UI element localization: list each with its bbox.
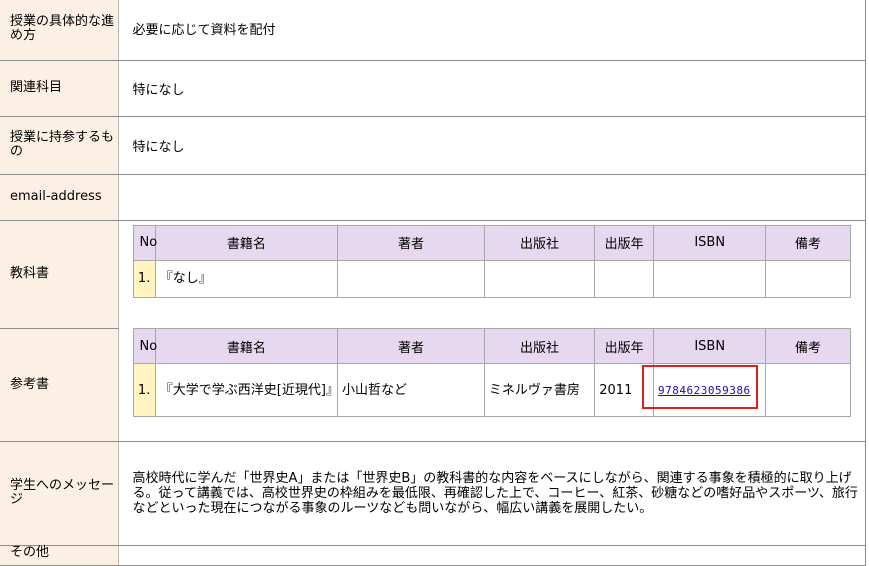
email-row: email-address	[0, 174, 866, 221]
related-label: 関連科目	[0, 60, 119, 117]
textbook-table: No 書籍名 著者 出版社 出版年 ISBN 備考 1. 『なし』	[132, 224, 851, 298]
other-label: その他	[0, 545, 119, 566]
other-row: その他	[0, 545, 866, 566]
col-publisher-header: 出版社	[483, 224, 596, 261]
related-row: 関連科目 特になし	[0, 60, 866, 117]
bring-value: 特になし	[118, 116, 866, 175]
col-title-header: 書籍名	[154, 224, 339, 261]
textbook-no: 1.	[132, 259, 156, 298]
col-title-header: 書籍名	[154, 328, 339, 364]
reference-title: 『大学で学ぶ西洋史[近現代]』	[154, 363, 339, 417]
method-row: 授業の具体的な進め方 必要に応じて資料を配付	[0, 0, 866, 61]
email-label: email-address	[0, 174, 119, 221]
message-label: 学生へのメッセージ	[0, 441, 119, 546]
textbook-publisher	[483, 259, 596, 298]
col-year-header: 出版年	[594, 328, 654, 364]
message-value: 高校時代に学んだ「世界史A」または「世界史B」の教科書的な内容をベースにしながら…	[118, 441, 866, 546]
textbook-title: 『なし』	[154, 259, 339, 298]
textbook-isbn	[652, 259, 767, 298]
reference-cell: No 書籍名 著者 出版社 出版年 ISBN 備考 1. 『大学で学ぶ西洋史[近…	[118, 328, 866, 442]
col-isbn-header: ISBN	[652, 224, 767, 261]
reference-year: 2011	[594, 363, 654, 417]
col-publisher-header: 出版社	[483, 328, 596, 364]
textbook-year	[594, 259, 654, 298]
col-no-header: No	[132, 328, 157, 364]
reference-no: 1.	[132, 363, 156, 417]
reference-note	[765, 363, 851, 417]
col-note-header: 備考	[765, 328, 851, 364]
reference-publisher: ミネルヴァ書房	[483, 363, 596, 417]
bring-row: 授業に持参するもの 特になし	[0, 116, 866, 175]
reference-author: 小山哲など	[337, 363, 485, 417]
reference-table: No 書籍名 著者 出版社 出版年 ISBN 備考 1. 『大学で学ぶ西洋史[近…	[132, 328, 851, 417]
method-label: 授業の具体的な進め方	[0, 0, 119, 61]
message-row: 学生へのメッセージ 高校時代に学んだ「世界史A」または「世界史B」の教科書的な内…	[0, 441, 866, 546]
col-year-header: 出版年	[594, 224, 654, 261]
syllabus-table: 授業の具体的な進め方 必要に応じて資料を配付 関連科目 特になし 授業に持参する…	[0, 0, 866, 566]
col-author-header: 著者	[337, 224, 485, 261]
related-value: 特になし	[118, 60, 866, 117]
bring-label: 授業に持参するもの	[0, 116, 119, 175]
col-isbn-header: ISBN	[652, 328, 767, 364]
reference-header-row: No 書籍名 著者 出版社 出版年 ISBN 備考	[132, 328, 851, 364]
isbn-link[interactable]: 9784623059386	[658, 384, 751, 397]
textbook-label: 教科書	[0, 220, 119, 329]
col-no-header: No	[132, 224, 157, 261]
reference-row: 参考書 No 書籍名 著者 出版社 出版年 ISBN 備考 1. 『大学で学ぶ西…	[0, 328, 866, 442]
table-row: 1. 『大学で学ぶ西洋史[近現代]』 小山哲など ミネルヴァ書房 2011 97…	[132, 363, 851, 417]
method-value: 必要に応じて資料を配付	[118, 0, 866, 61]
table-row: 1. 『なし』	[132, 259, 851, 298]
col-note-header: 備考	[765, 224, 851, 261]
email-value	[118, 174, 866, 221]
textbook-header-row: No 書籍名 著者 出版社 出版年 ISBN 備考	[132, 224, 851, 261]
textbook-author	[337, 259, 485, 298]
textbook-cell: No 書籍名 著者 出版社 出版年 ISBN 備考 1. 『なし』	[118, 220, 866, 328]
reference-label: 参考書	[0, 328, 119, 442]
other-value	[118, 545, 866, 566]
textbook-note	[765, 259, 851, 298]
reference-isbn-cell: 9784623059386	[641, 363, 767, 417]
col-author-header: 著者	[337, 328, 485, 364]
textbook-row: 教科書 No 書籍名 著者 出版社 出版年 ISBN 備考 1. 『なし』	[0, 220, 866, 329]
